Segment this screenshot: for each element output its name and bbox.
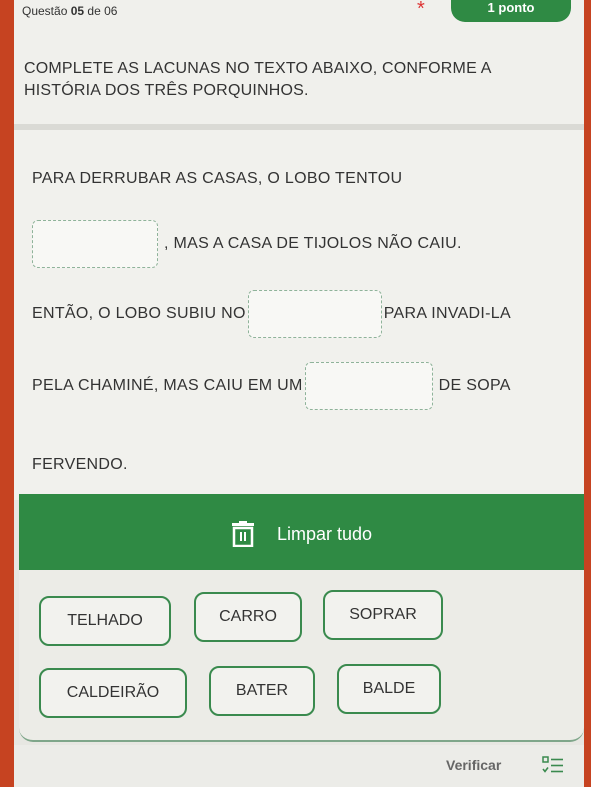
passage-line-3: ENTÃO, O LOBO SUBIU NO PARA INVADI-LA — [32, 290, 511, 338]
passage-text-2: , MAS A CASA DE TIJOLOS NÃO CAIU. — [164, 235, 462, 252]
word-chip-balde[interactable]: BALDE — [337, 664, 441, 714]
passage-line-5: FERVENDO. — [32, 456, 128, 474]
points-badge: 1 ponto — [451, 0, 571, 22]
word-chip-soprar[interactable]: SOPRAR — [323, 590, 443, 640]
checklist-icon[interactable] — [542, 755, 564, 777]
passage-text-1: PARA DERRUBAR AS CASAS, O LOBO TENTOU — [32, 170, 403, 187]
required-marker: * — [417, 0, 425, 20]
word-bank: TELHADO CARRO SOPRAR CALDEIRÃO BATER BAL… — [19, 570, 584, 742]
passage-text-3a: ENTÃO, O LOBO SUBIU NO — [32, 305, 246, 322]
passage-text-4b: DE SOPA — [438, 377, 511, 394]
instruction-text: COMPLETE AS LACUNAS NO TEXTO ABAIXO, CON… — [24, 60, 491, 99]
passage-text-5: FERVENDO. — [32, 456, 128, 473]
top-bar: Questão 05 de 06 * 1 ponto — [14, 0, 584, 30]
passage-text-3b: PARA INVADI-LA — [383, 305, 511, 322]
clear-all-button[interactable]: Limpar tudo — [19, 494, 584, 574]
word-chip-bater[interactable]: BATER — [209, 666, 315, 716]
fill-in-passage: PARA DERRUBAR AS CASAS, O LOBO TENTOU , … — [14, 130, 584, 500]
passage-line-1: PARA DERRUBAR AS CASAS, O LOBO TENTOU — [32, 170, 402, 188]
question-number: 05 — [70, 4, 85, 18]
clear-all-label: Limpar tudo — [276, 523, 373, 544]
word-chip-telhado[interactable]: TELHADO — [39, 596, 171, 646]
word-chip-carro[interactable]: CARRO — [194, 592, 302, 642]
instruction-panel: COMPLETE AS LACUNAS NO TEXTO ABAIXO, CON… — [14, 30, 584, 130]
passage-line-2: , MAS A CASA DE TIJOLOS NÃO CAIU. — [32, 220, 462, 268]
verify-button[interactable]: Verificar — [446, 757, 501, 773]
question-counter: Questão 05 de 06 — [22, 4, 117, 18]
question-suffix: de 06 — [84, 4, 118, 18]
blank-2[interactable] — [247, 290, 382, 338]
footer-bar: Verificar — [14, 745, 584, 787]
question-prefix: Questão — [22, 4, 71, 18]
trash-icon — [231, 521, 255, 548]
passage-text-4a: PELA CHAMINÉ, MAS CAIU EM UM — [32, 377, 303, 394]
blank-3[interactable] — [304, 362, 433, 410]
word-chip-caldeirao[interactable]: CALDEIRÃO — [39, 668, 187, 718]
quiz-screen: Questão 05 de 06 * 1 ponto COMPLETE AS L… — [14, 0, 584, 787]
passage-line-4: PELA CHAMINÉ, MAS CAIU EM UM DE SOPA — [32, 362, 511, 410]
blank-1[interactable] — [32, 220, 158, 268]
